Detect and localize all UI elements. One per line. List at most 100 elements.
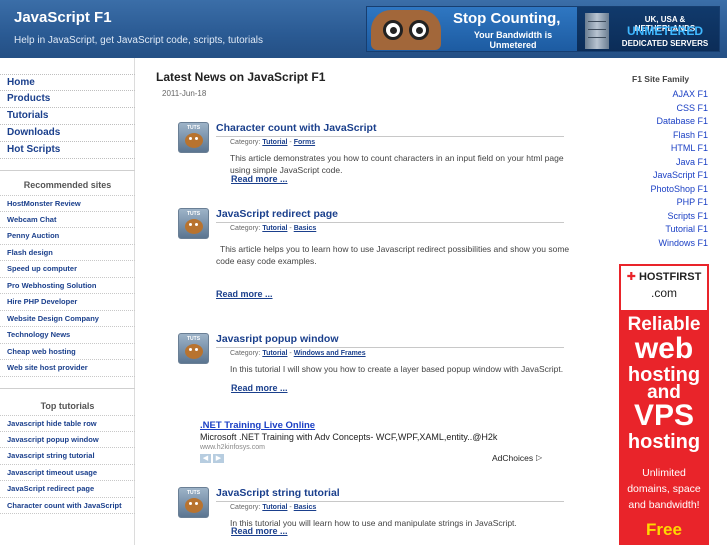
site-title[interactable]: JavaScript F1 [14,9,112,26]
category-link[interactable]: Tutorial [262,139,287,146]
owl-eye-right [409,20,429,40]
tutorial-thumbnail-icon[interactable]: TUTS [178,333,209,364]
server-line [588,21,606,22]
category-label: Category: [230,225,261,232]
subcategory-link[interactable]: Basics [294,504,317,511]
read-more-link[interactable]: Read more ... [231,526,288,536]
read-more-link[interactable]: Read more ... [216,289,273,299]
article-title[interactable]: JavaScript string tutorial [216,487,564,502]
family-link[interactable]: PhotoShop F1 [612,183,708,197]
hostfirst-ad-banner[interactable]: ✚ HOSTFIRST .com Reliable web hosting an… [619,264,709,545]
category-label: Category: [230,139,261,146]
hostfirst-logo-text: ✚ HOSTFIRST [621,270,707,283]
hf-small-line: domains, space [627,483,701,495]
family-link[interactable]: JavaScript F1 [612,169,708,183]
read-more-link[interactable]: Read more ... [231,174,288,184]
hf-line: VPS [633,399,695,432]
nav-downloads[interactable]: Downloads [0,125,135,142]
recommended-link[interactable]: Flash design [0,245,135,261]
site-family-heading: F1 Site Family [632,74,690,84]
family-link[interactable]: Java F1 [612,156,708,170]
subcategory-link[interactable]: Basics [294,225,317,232]
article-title[interactable]: JavaScript redirect page [216,208,564,223]
article-category: Category: Tutorial - Windows and Frames [230,350,366,357]
top-tutorial-link[interactable]: Javascript string tutorial [0,448,135,465]
article-description: This article demonstrates you how to cou… [230,153,564,175]
nav-products[interactable]: Products [0,91,135,108]
tutorial-thumbnail-icon[interactable]: TUTS [178,208,209,239]
banner-sub1: Your Bandwidth is [473,30,553,40]
ad-choices-label[interactable]: AdChoices [492,453,533,463]
tutorial-thumbnail-icon[interactable]: TUTS [178,122,209,153]
thumb-label: TUTS [186,125,201,131]
header-banner-ad[interactable]: Stop Counting, Your Bandwidth is Unmeter… [366,6,720,52]
family-link[interactable]: AJAX F1 [612,88,708,102]
ad-title-link[interactable]: .NET Training Live Online [200,420,315,431]
plus-icon: ✚ [626,271,636,283]
ad-url[interactable]: www.h2kinfosys.com [200,444,265,451]
category-link[interactable]: Tutorial [262,350,287,357]
recommended-link[interactable]: Hire PHP Developer [0,294,135,311]
family-link[interactable]: Scripts F1 [612,210,708,224]
hostfirst-logo-word: HOSTFIRST [638,271,702,283]
family-link[interactable]: PHP F1 [612,196,708,210]
family-link[interactable]: Flash F1 [612,129,708,143]
site-family-list: AJAX F1 CSS F1 Database F1 Flash F1 HTML… [612,88,708,250]
hf-small-line: and bandwidth! [628,499,700,511]
article-title[interactable]: Javasript popup window [216,333,564,348]
category-link[interactable]: Tutorial [262,504,287,511]
family-link[interactable]: Windows F1 [612,237,708,251]
hostfirst-logo-domain: .com [650,286,677,300]
article-category: Category: Tutorial - Forms [230,139,316,146]
nav-home[interactable]: Home [0,74,135,91]
recommended-link[interactable]: Speed up computer [0,261,135,278]
hf-small-line: Unlimited [642,467,686,479]
thumb-label: TUTS [186,490,201,496]
main-nav: Home Products Tutorials Downloads Hot Sc… [0,74,135,159]
recommended-link[interactable]: Technology News [0,327,135,344]
nav-tutorials[interactable]: Tutorials [0,108,135,125]
family-link[interactable]: Tutorial F1 [612,223,708,237]
top-tutorial-link[interactable]: Character count with JavaScript [0,498,135,514]
recommended-link[interactable]: Web site host provider [0,360,135,377]
top-tutorial-link[interactable]: Javascript timeout usage [0,465,135,481]
banner-right-line3: DEDICATED SERVERS [621,39,709,48]
banner-left-panel: Stop Counting, Your Bandwidth is Unmeter… [367,7,577,51]
owl-mascot-icon [371,10,441,50]
tutorial-thumbnail-icon[interactable]: TUTS [178,487,209,518]
nav-hot-scripts[interactable]: Hot Scripts [0,142,135,159]
recommended-link[interactable]: Pro Webhosting Solution [0,278,135,294]
category-link[interactable]: Tutorial [262,225,287,232]
thumb-label: TUTS [186,211,201,217]
ad-choices-icon[interactable]: ▷ [536,453,542,462]
family-link[interactable]: CSS F1 [612,102,708,116]
ad-next-arrow-icon[interactable]: ▶ [213,454,224,463]
recommended-list: HostMonster Review Webcam Chat Penny Auc… [0,195,135,377]
bug-icon [185,133,203,148]
ad-prev-arrow-icon[interactable]: ◀ [200,454,211,463]
subcategory-link[interactable]: Windows and Frames [294,350,366,357]
hf-line: web [634,332,694,365]
article-description: This article helps you to learn how to u… [216,244,570,266]
recommended-link[interactable]: Webcam Chat [0,212,135,228]
top-tutorial-link[interactable]: JavaScript redirect page [0,481,135,498]
recommended-link[interactable]: Penny Auction [0,228,135,245]
sidebar-divider [0,388,135,389]
article-title[interactable]: Character count with JavaScript [216,122,564,137]
family-link[interactable]: HTML F1 [612,142,708,156]
subcategory-link[interactable]: Forms [294,139,315,146]
top-tutorial-link[interactable]: Javascript popup window [0,432,135,448]
top-tutorial-link[interactable]: Javascript hide table row [0,415,135,432]
recommended-link[interactable]: Website Design Company [0,311,135,327]
banner-sub2: Unmetered [489,40,537,50]
recommended-link[interactable]: HostMonster Review [0,195,135,212]
ad-text: Microsoft .NET Training with Adv Concept… [200,432,498,442]
article-category: Category: Tutorial - Basics [230,504,317,511]
banner-right-panel: UK, USA & NETHERLANDS UNMETERED DEDICATE… [577,7,719,51]
read-more-link[interactable]: Read more ... [231,383,288,393]
recommended-link[interactable]: Cheap web hosting [0,344,135,360]
sidebar-divider [0,170,135,171]
family-link[interactable]: Database F1 [612,115,708,129]
page-title: Latest News on JavaScript F1 [156,70,326,84]
category-label: Category: [230,504,261,511]
